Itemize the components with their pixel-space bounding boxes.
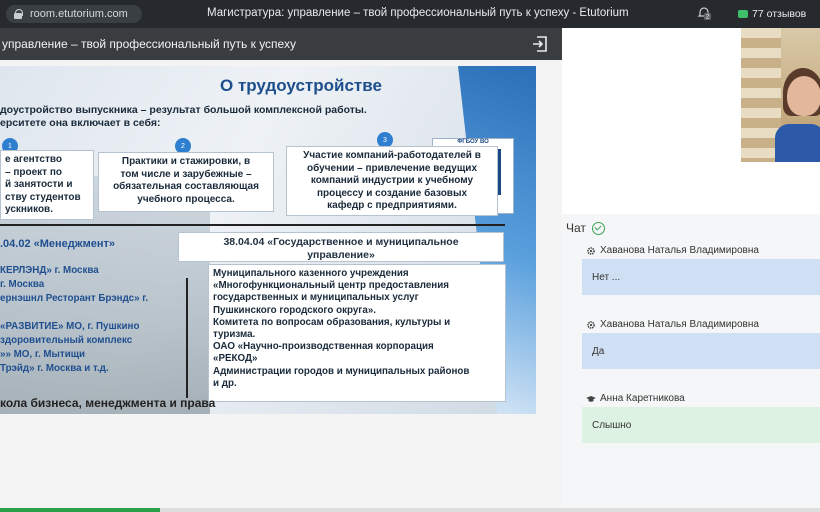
author-name: Хаванова Наталья Владимировна [600, 319, 759, 330]
divider-line [0, 224, 505, 226]
box-line: процессу и создание базовых [316, 187, 468, 199]
graduation-cap-icon [586, 395, 596, 402]
gear-icon [587, 246, 595, 255]
message-author: Хаванова Наталья Владимировна [586, 245, 759, 256]
employer-list-management: КЕРЛЭНД» г. Москва г. Москва ернэшнл Рес… [0, 264, 148, 376]
list-item: Пушкинского городского округа». [213, 304, 376, 316]
list-item: г. Москва [0, 279, 45, 290]
reviews-button[interactable]: 77 отзывов [734, 4, 810, 24]
author-name: Хаванова Наталья Владимировна [600, 245, 759, 256]
address-text: room.etutorium.com [30, 8, 128, 20]
info-box-agency: е агентство – проект по й занятости и ст… [0, 150, 94, 220]
list-item [0, 306, 148, 320]
chat-message: Нет ... [582, 259, 820, 295]
chat-bubble-icon [738, 10, 748, 18]
chat-message: Слышно [582, 407, 820, 443]
browser-top-bar: room.etutorium.com Магистратура: управле… [0, 0, 820, 28]
box-line: – проект по [5, 166, 62, 178]
intro-line: доустройство выпускника – результат боль… [0, 104, 367, 116]
box-line: Практики и стажировки, в [121, 156, 251, 167]
info-box-employers: Участие компаний-работодателей в обучени… [286, 146, 498, 216]
list-item: государственных и муниципальных услуг [213, 292, 419, 304]
intro-line: ерситете она включает в себя: [0, 117, 161, 129]
presentation-title-bar: управление – твой профессиональный путь … [0, 28, 562, 60]
program-heading-state: 38.04.04 «Государственное и муниципально… [178, 232, 504, 262]
address-bar[interactable]: room.etutorium.com [6, 5, 142, 23]
list-item: Трэйд» г. Москва и т.д. [0, 363, 109, 374]
info-box-internships: Практики и стажировки, в том числе и зар… [98, 152, 274, 212]
program-heading-management: .04.02 «Менеджмент» [0, 238, 115, 250]
message-text: Нет ... [592, 271, 621, 283]
list-item: ОАО «Научно-производственная корпорация [213, 341, 434, 353]
bottom-status-strip [0, 508, 820, 512]
list-item: ернэшнл Ресторант Брэндс» г. [0, 293, 149, 304]
list-item: Комитета по вопросам образования, культу… [213, 316, 451, 328]
box-line: кафедр с предприятиями. [327, 200, 457, 211]
list-item: здоровительный комплекс [0, 335, 133, 346]
notification-icon[interactable]: 2 [697, 6, 711, 20]
list-item: Администрации городов и муниципальных ра… [213, 365, 470, 377]
list-item: »» МО, г. Мытищи [0, 349, 86, 360]
heading-line: управление» [307, 248, 375, 261]
speaker-face [787, 76, 820, 116]
box-line: обучении – привлечение ведущих [306, 162, 478, 174]
list-item: Муниципального казенного учреждения [213, 268, 409, 279]
box-line: компаний индустрии к учебному [310, 175, 474, 186]
speaker-shirt [775, 124, 820, 162]
message-author: Анна Каретникова [586, 393, 685, 404]
box-line: Участие компаний-работодателей в [303, 150, 481, 161]
panel-spacer [562, 162, 820, 214]
chat-header: Чат [566, 221, 605, 235]
window-title: Магистратура: управление – твой професси… [207, 7, 629, 19]
list-item: «Многофункциональный центр предоставлени… [213, 280, 449, 292]
list-item: КЕРЛЭНД» г. Москва [0, 265, 99, 276]
box-line: й занятости и [5, 179, 73, 190]
box-line: е агентство [5, 154, 63, 165]
reviews-label: 77 отзывов [752, 8, 807, 20]
lock-icon [12, 8, 24, 20]
slide-footer: кола бизнеса, менеджмента и права [0, 396, 216, 410]
gear-icon [587, 320, 595, 329]
chat-title: Чат [566, 221, 586, 235]
box-line: том числе и зарубежные – [120, 168, 252, 180]
heading-line: 38.04.04 «Государственное и муниципально… [223, 236, 459, 248]
presentation-title: управление – твой профессиональный путь … [2, 37, 296, 51]
chat-message: Да [582, 333, 820, 369]
list-item: туризма. [213, 329, 256, 341]
presentation-slide: О трудоустройстве ФГБОУ ВО РГУТИС доустр… [0, 66, 536, 414]
webcam-video[interactable] [741, 28, 820, 162]
slide-intro: доустройство выпускника – результат боль… [0, 104, 420, 130]
message-text: Слышно [592, 419, 632, 431]
message-author: Хаванова Наталья Владимировна [586, 319, 759, 330]
author-name: Анна Каретникова [600, 393, 685, 404]
progress-indicator [0, 508, 160, 512]
employer-list-body: Муниципального казенного учреждения «Мно… [213, 268, 501, 390]
box-line: обязательная составляющая [113, 181, 259, 192]
logo-top-text: ФГБОУ ВО [457, 139, 489, 145]
list-item: и др. [213, 377, 237, 389]
box-line: ству студентов [5, 191, 81, 203]
list-item: «РЕКОД» [213, 353, 258, 365]
download-chat-icon[interactable] [591, 221, 605, 235]
box-line: учебного процесса. [137, 193, 235, 205]
message-text: Да [592, 345, 605, 357]
exit-fullscreen-icon[interactable] [530, 34, 550, 54]
list-item: «РАЗВИТИЕ» МО, г. Пушкино [0, 321, 140, 332]
employer-list-state: Муниципального казенного учреждения «Мно… [208, 264, 506, 402]
slide-title: О трудоустройстве [220, 76, 382, 95]
divider-line [186, 278, 188, 398]
box-line: ускников. [5, 204, 53, 215]
